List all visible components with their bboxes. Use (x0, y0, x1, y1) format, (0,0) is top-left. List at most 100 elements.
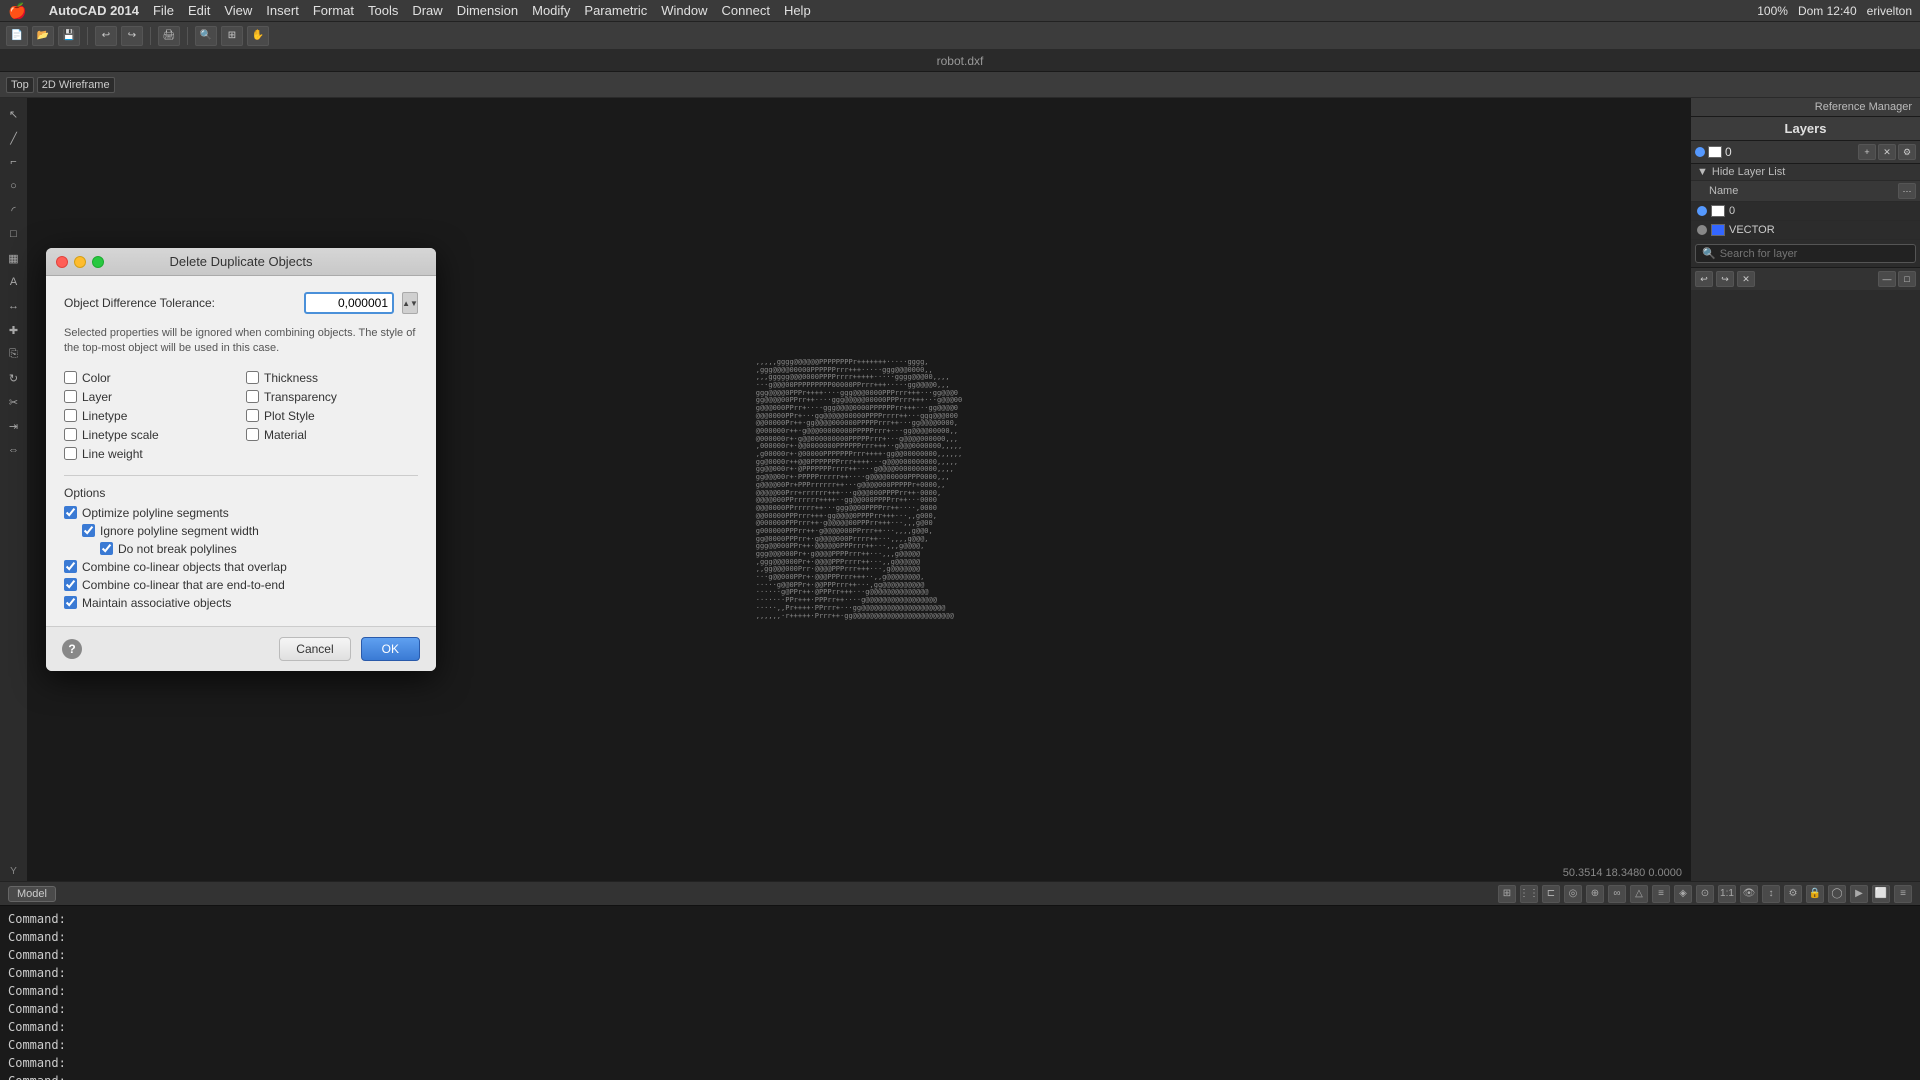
optimize-polyline-checkbox[interactable] (64, 506, 77, 519)
hardwareaccel-toggle[interactable]: ▶ (1850, 885, 1868, 903)
linetype-scale-checkbox[interactable] (64, 428, 77, 441)
color-label[interactable]: Color (82, 371, 111, 385)
color-checkbox[interactable] (64, 371, 77, 384)
layer-settings-btn[interactable]: ⚙ (1898, 144, 1916, 160)
tolerance-stepper[interactable]: ▲▼ (402, 292, 418, 314)
minimize-window-btn[interactable] (74, 256, 86, 268)
layer-checkbox[interactable] (64, 390, 77, 403)
menu-edit[interactable]: Edit (188, 3, 210, 18)
maintain-assoc-label[interactable]: Maintain associative objects (82, 596, 231, 610)
linetype-scale-label[interactable]: Linetype scale (82, 428, 159, 442)
thickness-label[interactable]: Thickness (264, 371, 318, 385)
apple-menu[interactable]: 🍎 (8, 2, 27, 20)
layer-label[interactable]: Layer (82, 390, 112, 404)
tool-extend[interactable]: ⇥ (4, 416, 24, 436)
ducs-toggle[interactable]: △ (1630, 885, 1648, 903)
combine-end-checkbox[interactable] (64, 578, 77, 591)
toolbar-save[interactable]: 💾 (58, 26, 80, 46)
transparency-label[interactable]: Transparency (264, 390, 337, 404)
view-top-selector[interactable]: Top (6, 77, 34, 93)
menu-help[interactable]: Help (784, 3, 811, 18)
tool-rotate[interactable]: ↻ (4, 368, 24, 388)
grid-toggle[interactable]: ⋮⋮ (1520, 885, 1538, 903)
delete-duplicate-dialog[interactable]: Delete Duplicate Objects Object Differen… (46, 248, 436, 671)
toolbar-new[interactable]: 📄 (6, 26, 28, 46)
ortho-toggle[interactable]: ⊏ (1542, 885, 1560, 903)
command-area[interactable]: Command: Command: Command: Command: Comm… (0, 905, 1920, 1080)
hide-layer-list-toggle[interactable]: ▼ Hide Layer List (1691, 164, 1920, 181)
tool-line[interactable]: ╱ (4, 128, 24, 148)
option-no-break[interactable]: Do not break polylines (64, 542, 418, 556)
otrack-toggle[interactable]: ∞ (1608, 885, 1626, 903)
checkbox-linetype-scale[interactable]: Linetype scale (64, 428, 236, 442)
col-settings-btn[interactable]: ⋯ (1898, 183, 1916, 199)
thickness-checkbox[interactable] (246, 371, 259, 384)
current-layer-color[interactable] (1708, 146, 1722, 158)
help-button[interactable]: ? (62, 639, 82, 659)
tool-mirror[interactable]: ⇔ (4, 440, 24, 460)
selcycle-toggle[interactable]: ⊙ (1696, 885, 1714, 903)
linetype-label[interactable]: Linetype (82, 409, 127, 423)
tool-move[interactable]: ✚ (4, 320, 24, 340)
option-maintain-assoc[interactable]: Maintain associative objects (64, 596, 418, 610)
menu-window[interactable]: Window (661, 3, 707, 18)
workspace-toggle[interactable]: ⚙ (1784, 885, 1802, 903)
optimize-polyline-label[interactable]: Optimize polyline segments (82, 506, 229, 520)
tool-polyline[interactable]: ⌐ (4, 152, 24, 172)
cancel-button[interactable]: Cancel (279, 637, 350, 661)
tool-arc[interactable]: ◜ (4, 200, 24, 220)
close-window-btn[interactable] (56, 256, 68, 268)
tool-select[interactable]: ↖ (4, 104, 24, 124)
checkbox-lineweight[interactable]: Line weight (64, 447, 236, 461)
combine-overlap-checkbox[interactable] (64, 560, 77, 573)
layer-delete-btn[interactable]: ✕ (1878, 144, 1896, 160)
tool-copy[interactable]: ⎘ (4, 344, 24, 364)
option-combine-end-to-end[interactable]: Combine co-linear that are end-to-end (64, 578, 418, 592)
layers-bottom-btn1[interactable]: ↩ (1695, 271, 1713, 287)
checkbox-layer[interactable]: Layer (64, 390, 236, 404)
ignore-width-checkbox[interactable] (82, 524, 95, 537)
lockui-toggle[interactable]: 🔒 (1806, 885, 1824, 903)
maintain-assoc-checkbox[interactable] (64, 596, 77, 609)
layer-new-btn[interactable]: + (1858, 144, 1876, 160)
checkbox-thickness[interactable]: Thickness (246, 371, 418, 385)
transparency-toggle[interactable]: ◈ (1674, 885, 1692, 903)
lineweight-toggle[interactable]: ≡ (1652, 885, 1670, 903)
option-combine-overlap[interactable]: Combine co-linear objects that overlap (64, 560, 418, 574)
toolbar-zoom-window[interactable]: 🔍 (195, 26, 217, 46)
layers-bottom-btn4[interactable]: — (1878, 271, 1896, 287)
option-optimize-polyline[interactable]: Optimize polyline segments (64, 506, 418, 520)
layers-bottom-btn2[interactable]: ↪ (1716, 271, 1734, 287)
option-ignore-width[interactable]: Ignore polyline segment width (64, 524, 418, 538)
view-mode-selector[interactable]: 2D Wireframe (37, 77, 115, 93)
plot-style-label[interactable]: Plot Style (264, 409, 315, 423)
isolateobj-toggle[interactable]: ◯ (1828, 885, 1846, 903)
linetype-checkbox[interactable] (64, 409, 77, 422)
checkbox-linetype[interactable]: Linetype (64, 409, 236, 423)
layer-search-input[interactable] (1720, 248, 1909, 260)
menu-tools[interactable]: Tools (368, 3, 398, 18)
checkbox-color[interactable]: Color (64, 371, 236, 385)
tool-circle[interactable]: ○ (4, 176, 24, 196)
lineweight-label[interactable]: Line weight (82, 447, 143, 461)
no-break-label[interactable]: Do not break polylines (118, 542, 237, 556)
material-label[interactable]: Material (264, 428, 307, 442)
toolbar-redo[interactable]: ↪ (121, 26, 143, 46)
polar-toggle[interactable]: ◎ (1564, 885, 1582, 903)
menu-view[interactable]: View (224, 3, 252, 18)
combine-overlap-label[interactable]: Combine co-linear objects that overlap (82, 560, 287, 574)
material-checkbox[interactable] (246, 428, 259, 441)
layer-item-0[interactable]: 0 (1691, 202, 1920, 221)
tool-text[interactable]: A (4, 272, 24, 292)
toolbar-pan[interactable]: ✋ (247, 26, 269, 46)
menu-insert[interactable]: Insert (266, 3, 299, 18)
annotscale-toggle[interactable]: 1:1 (1718, 885, 1736, 903)
menu-format[interactable]: Format (313, 3, 354, 18)
ignore-width-label[interactable]: Ignore polyline segment width (100, 524, 259, 538)
ok-button[interactable]: OK (361, 637, 420, 661)
plot-style-checkbox[interactable] (246, 409, 259, 422)
tool-trim[interactable]: ✂ (4, 392, 24, 412)
autoscale-toggle[interactable]: ↕ (1762, 885, 1780, 903)
layers-bottom-btn5[interactable]: □ (1898, 271, 1916, 287)
toolbar-print[interactable]: 🖨 (158, 26, 180, 46)
